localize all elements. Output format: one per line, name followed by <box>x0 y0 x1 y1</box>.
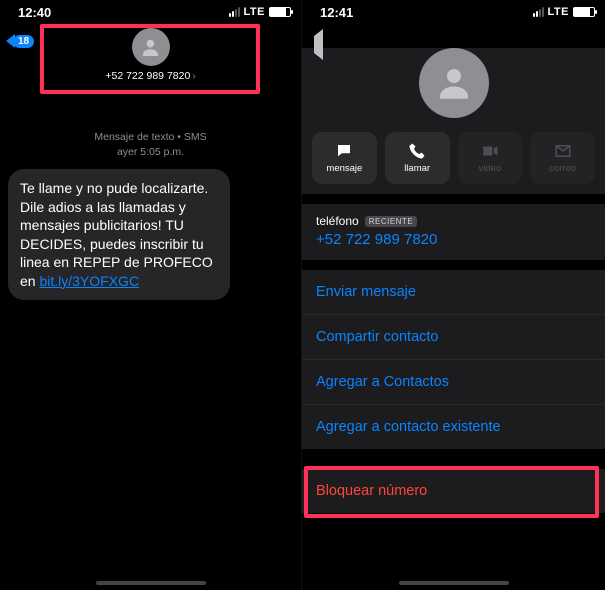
contact-header-panel: mensaje llamar video correo <box>302 48 605 194</box>
message-metadata: Mensaje de texto • SMS ayer 5:05 p.m. <box>0 130 301 159</box>
recent-badge: RECIENTE <box>365 216 417 227</box>
battery-icon <box>573 7 595 17</box>
chevron-right-icon: › <box>192 71 195 82</box>
status-time: 12:40 <box>18 5 51 20</box>
messages-thread-screen: 12:40 LTE 18 +52 722 989 7820 › Mensaje … <box>0 0 302 590</box>
contact-menu-2: Bloquear número <box>302 469 605 513</box>
contact-actions-row: mensaje llamar video correo <box>302 132 605 184</box>
action-video-label: video <box>479 163 502 174</box>
back-button[interactable]: 18 <box>6 34 34 48</box>
status-bar: 12:41 LTE <box>302 0 605 20</box>
back-button[interactable] <box>314 36 323 54</box>
network-label: LTE <box>548 6 569 18</box>
menu-block-number[interactable]: Bloquear número <box>302 469 605 513</box>
chevron-left-icon <box>314 29 323 60</box>
action-message[interactable]: mensaje <box>312 132 377 184</box>
message-time-label: ayer 5:05 p.m. <box>0 145 301 160</box>
phone-icon <box>408 142 426 160</box>
action-mail: correo <box>530 132 595 184</box>
action-video: video <box>458 132 523 184</box>
contact-card-screen: 12:41 LTE mensaje llamar video <box>302 0 605 590</box>
unread-badge: 18 <box>13 35 34 48</box>
message-link[interactable]: bit.ly/3YOFXGC <box>39 273 139 289</box>
thread-contact-header[interactable]: +52 722 989 7820 › <box>0 28 301 84</box>
mail-icon <box>554 142 572 160</box>
status-time: 12:41 <box>320 5 353 20</box>
menu-share-contact[interactable]: Compartir contacto <box>302 314 605 359</box>
signal-icon <box>229 7 240 17</box>
avatar-icon <box>419 48 489 118</box>
video-icon <box>481 142 499 160</box>
menu-add-existing[interactable]: Agregar a contacto existente <box>302 404 605 449</box>
home-indicator[interactable] <box>399 581 509 585</box>
message-icon <box>335 142 353 160</box>
menu-send-message[interactable]: Enviar mensaje <box>302 270 605 314</box>
avatar-icon <box>132 28 170 66</box>
phone-section[interactable]: teléfono RECIENTE +52 722 989 7820 <box>302 204 605 260</box>
incoming-message-bubble[interactable]: Te llame y no pude localizarte. Dile adi… <box>8 169 230 300</box>
action-message-label: mensaje <box>326 163 362 174</box>
menu-add-contacts[interactable]: Agregar a Contactos <box>302 359 605 404</box>
action-call[interactable]: llamar <box>385 132 450 184</box>
phone-number[interactable]: +52 722 989 7820 <box>316 231 591 248</box>
phone-field-label: teléfono <box>316 214 359 228</box>
contact-menu-1: Enviar mensaje Compartir contacto Agrega… <box>302 270 605 449</box>
action-call-label: llamar <box>404 163 430 174</box>
status-bar: 12:40 LTE <box>0 0 301 20</box>
signal-icon <box>533 7 544 17</box>
home-indicator[interactable] <box>96 581 206 585</box>
battery-icon <box>269 7 291 17</box>
contact-number: +52 722 989 7820 <box>105 70 190 82</box>
message-type-label: Mensaje de texto • SMS <box>0 130 301 145</box>
action-mail-label: correo <box>549 163 576 174</box>
network-label: LTE <box>244 6 265 18</box>
